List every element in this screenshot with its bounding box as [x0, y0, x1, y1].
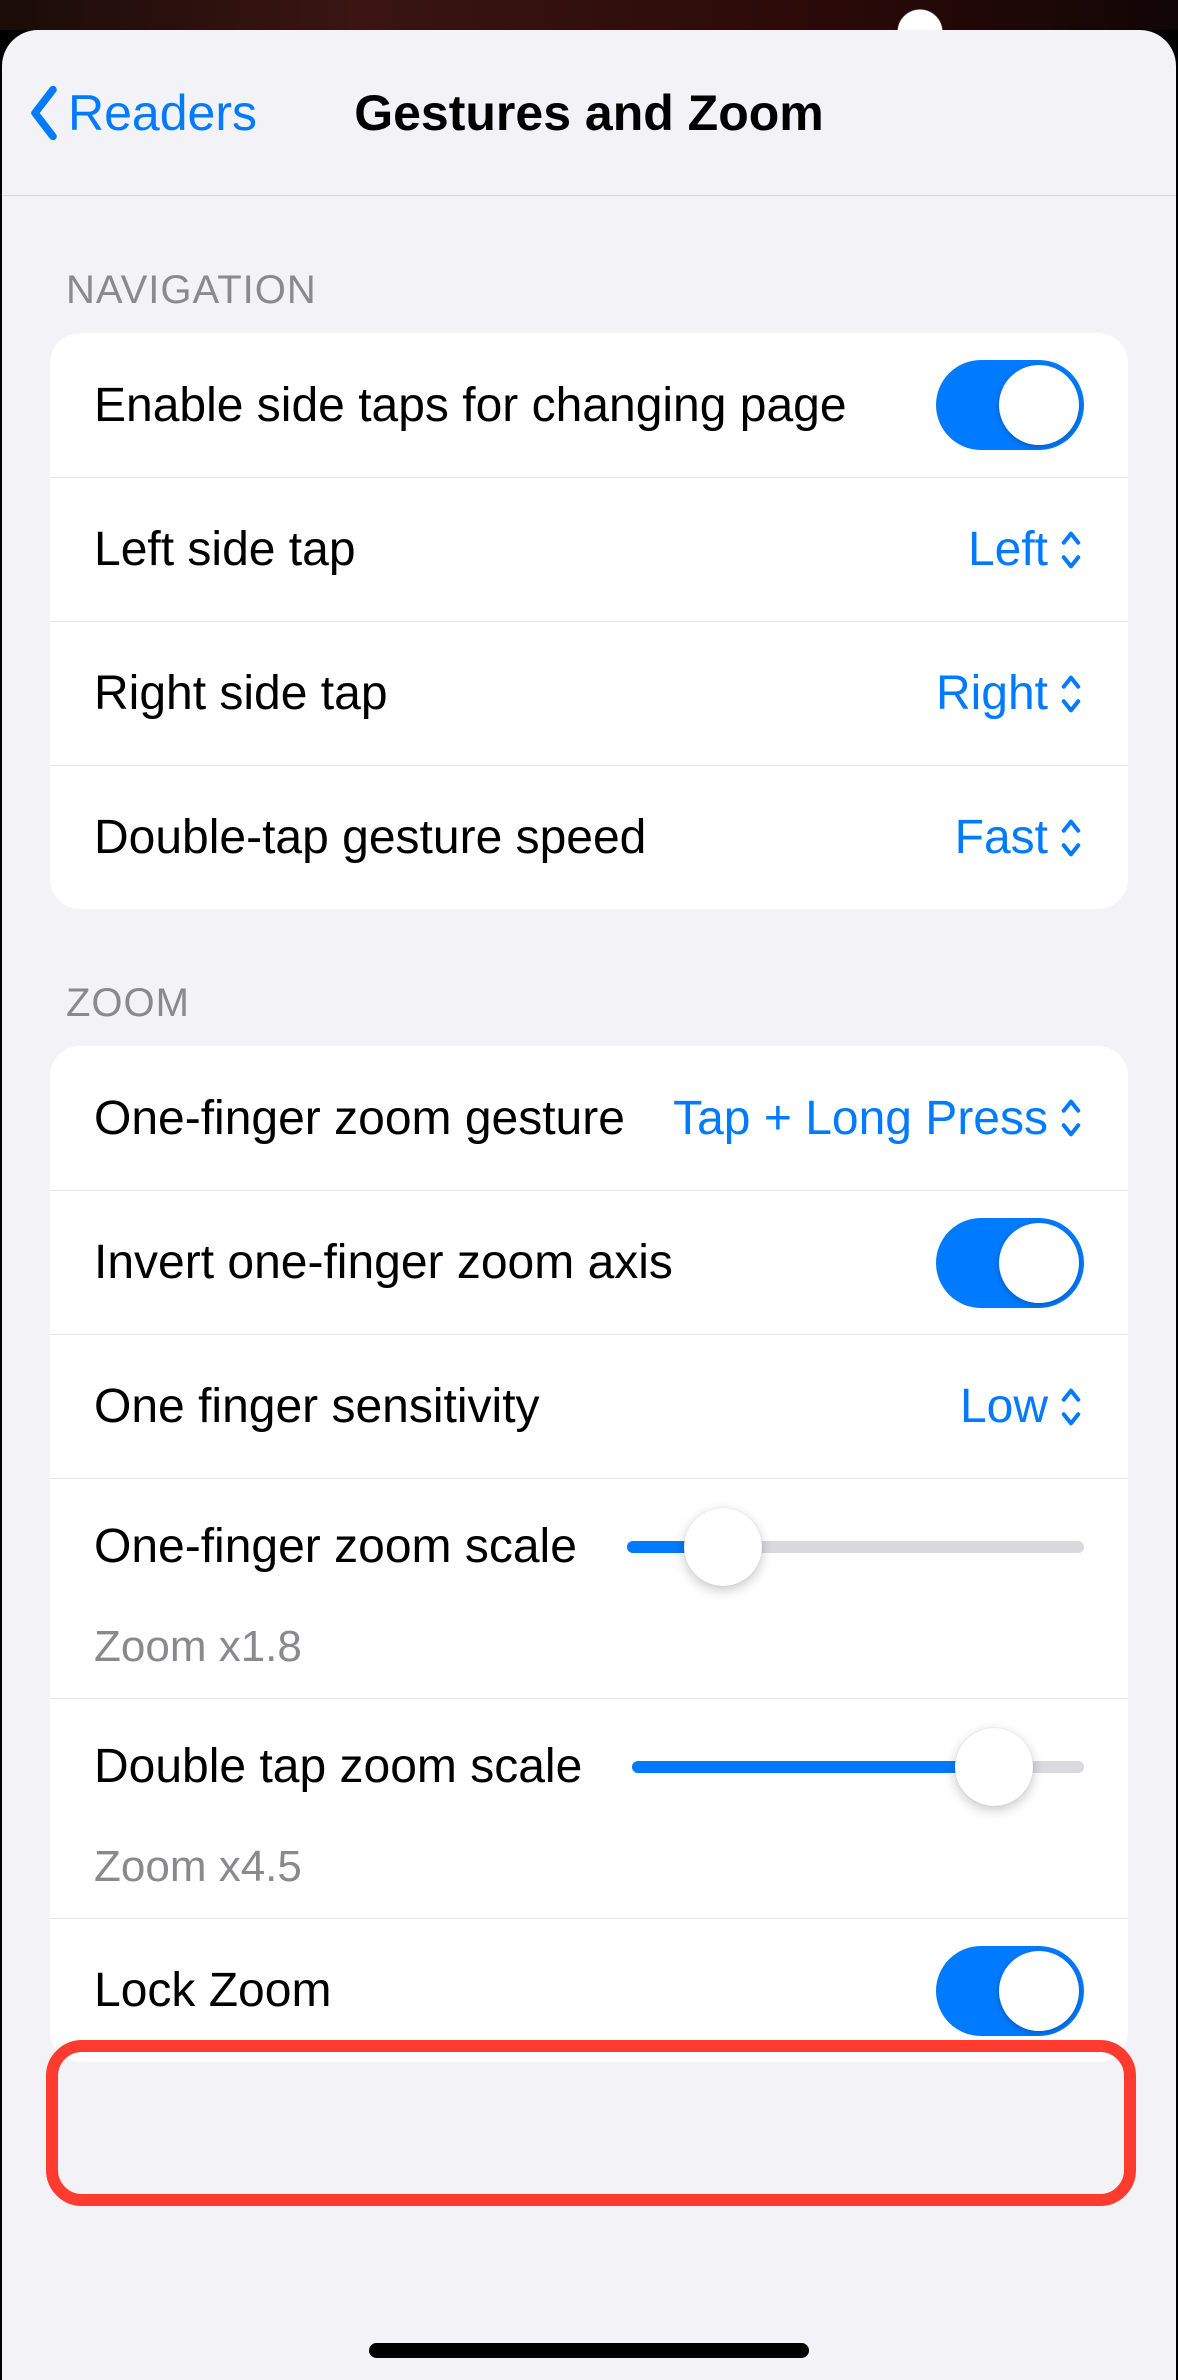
- slider-knob[interactable]: [955, 1728, 1033, 1806]
- up-down-chevrons-icon: [1058, 674, 1084, 714]
- value-double-tap-speed: Fast: [955, 810, 1084, 865]
- value-text: Tap + Long Press: [673, 1091, 1048, 1146]
- sublabel-double-tap-scale: Zoom x4.5: [94, 1842, 1084, 1892]
- label-double-tap-scale: Double tap zoom scale: [94, 1739, 582, 1794]
- slider-knob[interactable]: [684, 1508, 762, 1586]
- group-navigation: Enable side taps for changing page Left …: [50, 333, 1128, 909]
- value-text: Low: [960, 1379, 1048, 1434]
- up-down-chevrons-icon: [1058, 1098, 1084, 1138]
- section-header-zoom: ZOOM: [2, 909, 1176, 1046]
- label-enable-side-taps: Enable side taps for changing page: [94, 378, 916, 433]
- value-text: Fast: [955, 810, 1048, 865]
- label-lock-zoom: Lock Zoom: [94, 1963, 916, 2018]
- row-double-tap-scale: Double tap zoom scale Zoom x4.5: [50, 1698, 1128, 1918]
- row-sensitivity[interactable]: One finger sensitivity Low: [50, 1334, 1128, 1478]
- navigation-bar: Readers Gestures and Zoom: [2, 30, 1176, 196]
- home-indicator[interactable]: [369, 2343, 809, 2358]
- value-sensitivity: Low: [960, 1379, 1084, 1434]
- value-text: Left: [968, 522, 1048, 577]
- chevron-left-icon: [26, 86, 62, 140]
- label-left-side-tap: Left side tap: [94, 522, 948, 577]
- row-one-finger-gesture[interactable]: One-finger zoom gesture Tap + Long Press: [50, 1046, 1128, 1190]
- row-double-tap-speed[interactable]: Double-tap gesture speed Fast: [50, 765, 1128, 909]
- label-double-tap-speed: Double-tap gesture speed: [94, 810, 935, 865]
- row-right-side-tap[interactable]: Right side tap Right: [50, 621, 1128, 765]
- back-label: Readers: [68, 84, 257, 142]
- value-right-side-tap: Right: [936, 666, 1084, 721]
- row-left-side-tap[interactable]: Left side tap Left: [50, 477, 1128, 621]
- value-text: Right: [936, 666, 1048, 721]
- slider-double-tap-scale[interactable]: [632, 1761, 1084, 1773]
- value-one-finger-gesture: Tap + Long Press: [673, 1091, 1084, 1146]
- sublabel-one-finger-scale: Zoom x1.8: [94, 1622, 1084, 1672]
- up-down-chevrons-icon: [1058, 818, 1084, 858]
- switch-lock-zoom[interactable]: [936, 1946, 1084, 2036]
- label-invert-axis: Invert one-finger zoom axis: [94, 1235, 916, 1290]
- row-one-finger-scale: One-finger zoom scale Zoom x1.8: [50, 1478, 1128, 1698]
- row-enable-side-taps: Enable side taps for changing page: [50, 333, 1128, 477]
- slider-fill: [632, 1761, 993, 1773]
- value-left-side-tap: Left: [968, 522, 1084, 577]
- settings-sheet: Readers Gestures and Zoom NAVIGATION Ena…: [2, 30, 1176, 2380]
- group-zoom: One-finger zoom gesture Tap + Long Press…: [50, 1046, 1128, 2062]
- row-lock-zoom: Lock Zoom: [50, 1918, 1128, 2062]
- label-one-finger-scale: One-finger zoom scale: [94, 1519, 577, 1574]
- back-button[interactable]: Readers: [26, 84, 257, 142]
- slider-one-finger-scale[interactable]: [627, 1541, 1084, 1553]
- row-invert-axis: Invert one-finger zoom axis: [50, 1190, 1128, 1334]
- switch-invert-axis[interactable]: [936, 1218, 1084, 1308]
- device-status-bar: [0, 0, 1178, 30]
- label-one-finger-gesture: One-finger zoom gesture: [94, 1091, 713, 1146]
- section-header-navigation: NAVIGATION: [2, 196, 1176, 333]
- highlight-lock-zoom: [46, 2040, 1136, 2206]
- label-sensitivity: One finger sensitivity: [94, 1379, 940, 1434]
- up-down-chevrons-icon: [1058, 1387, 1084, 1427]
- up-down-chevrons-icon: [1058, 530, 1084, 570]
- label-right-side-tap: Right side tap: [94, 666, 916, 721]
- switch-enable-side-taps[interactable]: [936, 360, 1084, 450]
